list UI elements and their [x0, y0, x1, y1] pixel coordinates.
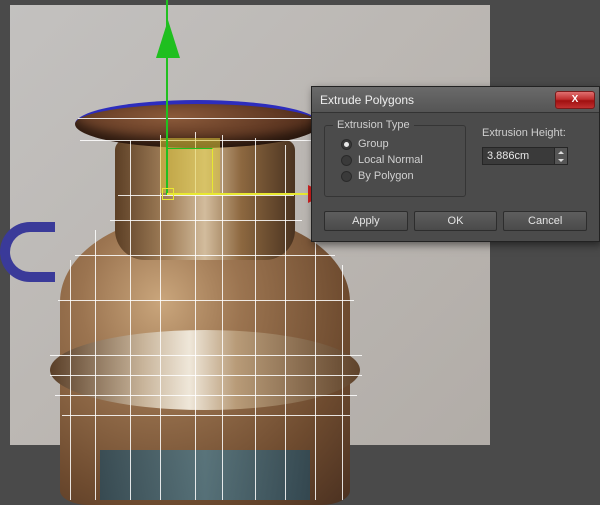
radio-by-polygon[interactable]: By Polygon [341, 170, 455, 182]
dialog-title: Extrude Polygons [320, 93, 555, 107]
extrusion-type-group: Extrusion Type Group Local Normal By Pol… [324, 125, 466, 197]
dialog-body: Extrusion Type Group Local Normal By Pol… [312, 113, 599, 241]
apply-button-label: Apply [352, 215, 380, 227]
dialog-button-row: Apply OK Cancel [324, 211, 587, 231]
spinner-up-icon[interactable] [555, 148, 567, 156]
radio-label: Local Normal [358, 154, 423, 166]
wireframe-edge [285, 145, 286, 500]
reference-label [100, 450, 310, 500]
wireframe-edge [70, 260, 71, 500]
radio-local-normal[interactable]: Local Normal [341, 154, 455, 166]
wireframe-edge [55, 395, 357, 396]
ok-button-label: OK [448, 215, 464, 227]
radio-icon [341, 155, 352, 166]
ok-button[interactable]: OK [414, 211, 498, 231]
close-button[interactable]: X [555, 91, 595, 109]
wireframe-edge [118, 195, 294, 196]
extrusion-height-group: Extrusion Height: [482, 125, 587, 197]
cancel-button[interactable]: Cancel [503, 211, 587, 231]
mesh-handle [0, 222, 55, 282]
wireframe-edge [130, 140, 131, 500]
wireframe-edge [50, 355, 362, 356]
mesh-can-bulge [50, 330, 360, 410]
extrusion-height-spinner[interactable] [482, 147, 568, 165]
extrude-polygons-dialog: Extrude Polygons X Extrusion Type Group … [311, 86, 600, 242]
move-gizmo-origin[interactable] [162, 188, 174, 200]
extrusion-height-label: Extrusion Height: [482, 127, 587, 139]
spinner-down-icon[interactable] [555, 156, 567, 164]
radio-label: Group [358, 138, 389, 150]
extrusion-type-legend: Extrusion Type [333, 119, 414, 131]
close-icon: X [572, 94, 579, 105]
apply-button[interactable]: Apply [324, 211, 408, 231]
radio-label: By Polygon [358, 170, 414, 182]
move-gizmo-y-arrow-icon[interactable] [156, 20, 180, 58]
spinner-buttons [555, 147, 568, 165]
wireframe-edge [78, 118, 318, 119]
wireframe-edge [75, 255, 335, 256]
wireframe-edge [58, 300, 354, 301]
wireframe-edge [222, 135, 223, 500]
cancel-button-label: Cancel [528, 215, 562, 227]
radio-icon [341, 171, 352, 182]
radio-icon [341, 139, 352, 150]
radio-group[interactable]: Group [341, 138, 455, 150]
wireframe-edge [315, 235, 316, 500]
wireframe-edge [95, 230, 96, 500]
wireframe-edge [110, 220, 302, 221]
dialog-titlebar[interactable]: Extrude Polygons X [312, 87, 599, 113]
viewport-3d[interactable] [0, 0, 600, 500]
wireframe-edge [50, 375, 362, 376]
wireframe-edge [62, 415, 350, 416]
extrusion-height-input[interactable] [482, 147, 555, 165]
